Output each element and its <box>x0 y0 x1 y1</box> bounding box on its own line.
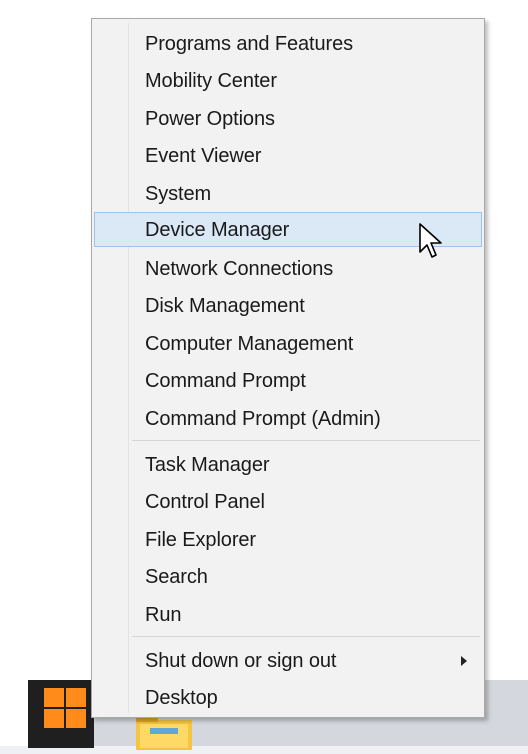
menu-item-disk-management[interactable]: Disk Management <box>94 288 482 323</box>
menu-item-mobility-center[interactable]: Mobility Center <box>94 63 482 98</box>
menu-item-computer-management[interactable]: Computer Management <box>94 326 482 361</box>
power-user-menu: Programs and Features Mobility Center Po… <box>91 18 485 718</box>
menu-item-desktop[interactable]: Desktop <box>94 680 482 715</box>
menu-item-label: Network Connections <box>145 258 334 280</box>
start-button[interactable] <box>28 680 94 748</box>
menu-item-label: Disk Management <box>145 295 305 317</box>
menu-item-file-explorer[interactable]: File Explorer <box>94 522 482 557</box>
menu-item-command-prompt-admin[interactable]: Command Prompt (Admin) <box>94 401 482 436</box>
mouse-cursor-icon <box>419 223 442 258</box>
menu-item-programs-and-features[interactable]: Programs and Features <box>94 26 482 61</box>
menu-item-label: File Explorer <box>145 529 256 551</box>
menu-item-control-panel[interactable]: Control Panel <box>94 484 482 519</box>
chevron-right-icon <box>461 656 467 666</box>
menu-item-event-viewer[interactable]: Event Viewer <box>94 138 482 173</box>
menu-item-command-prompt[interactable]: Command Prompt <box>94 363 482 398</box>
menu-item-label: Mobility Center <box>145 70 277 92</box>
menu-item-power-options[interactable]: Power Options <box>94 101 482 136</box>
menu-item-search[interactable]: Search <box>94 559 482 594</box>
menu-item-label: Desktop <box>145 687 218 709</box>
menu-separator <box>132 636 480 637</box>
menu-item-label: Control Panel <box>145 491 265 513</box>
menu-item-task-manager[interactable]: Task Manager <box>94 447 482 482</box>
menu-item-label: Command Prompt (Admin) <box>145 408 381 430</box>
menu-item-label: Task Manager <box>145 454 270 476</box>
menu-item-run[interactable]: Run <box>94 597 482 632</box>
menu-item-label: Event Viewer <box>145 145 262 167</box>
menu-item-label: Computer Management <box>145 333 354 355</box>
file-explorer-icon[interactable] <box>132 714 196 750</box>
menu-item-label: Shut down or sign out <box>145 650 337 672</box>
menu-item-label: Programs and Features <box>145 33 353 55</box>
menu-item-label: Search <box>145 566 208 588</box>
menu-item-system[interactable]: System <box>94 176 482 211</box>
menu-item-label: Device Manager <box>145 219 290 241</box>
menu-item-label: Power Options <box>145 108 275 130</box>
menu-separator <box>132 440 480 441</box>
menu-item-label: Run <box>145 604 182 626</box>
menu-item-label: Command Prompt <box>145 370 306 392</box>
windows-logo-icon <box>44 688 86 728</box>
menu-item-shut-down-or-sign-out[interactable]: Shut down or sign out <box>94 643 482 678</box>
menu-item-label: System <box>145 183 212 205</box>
